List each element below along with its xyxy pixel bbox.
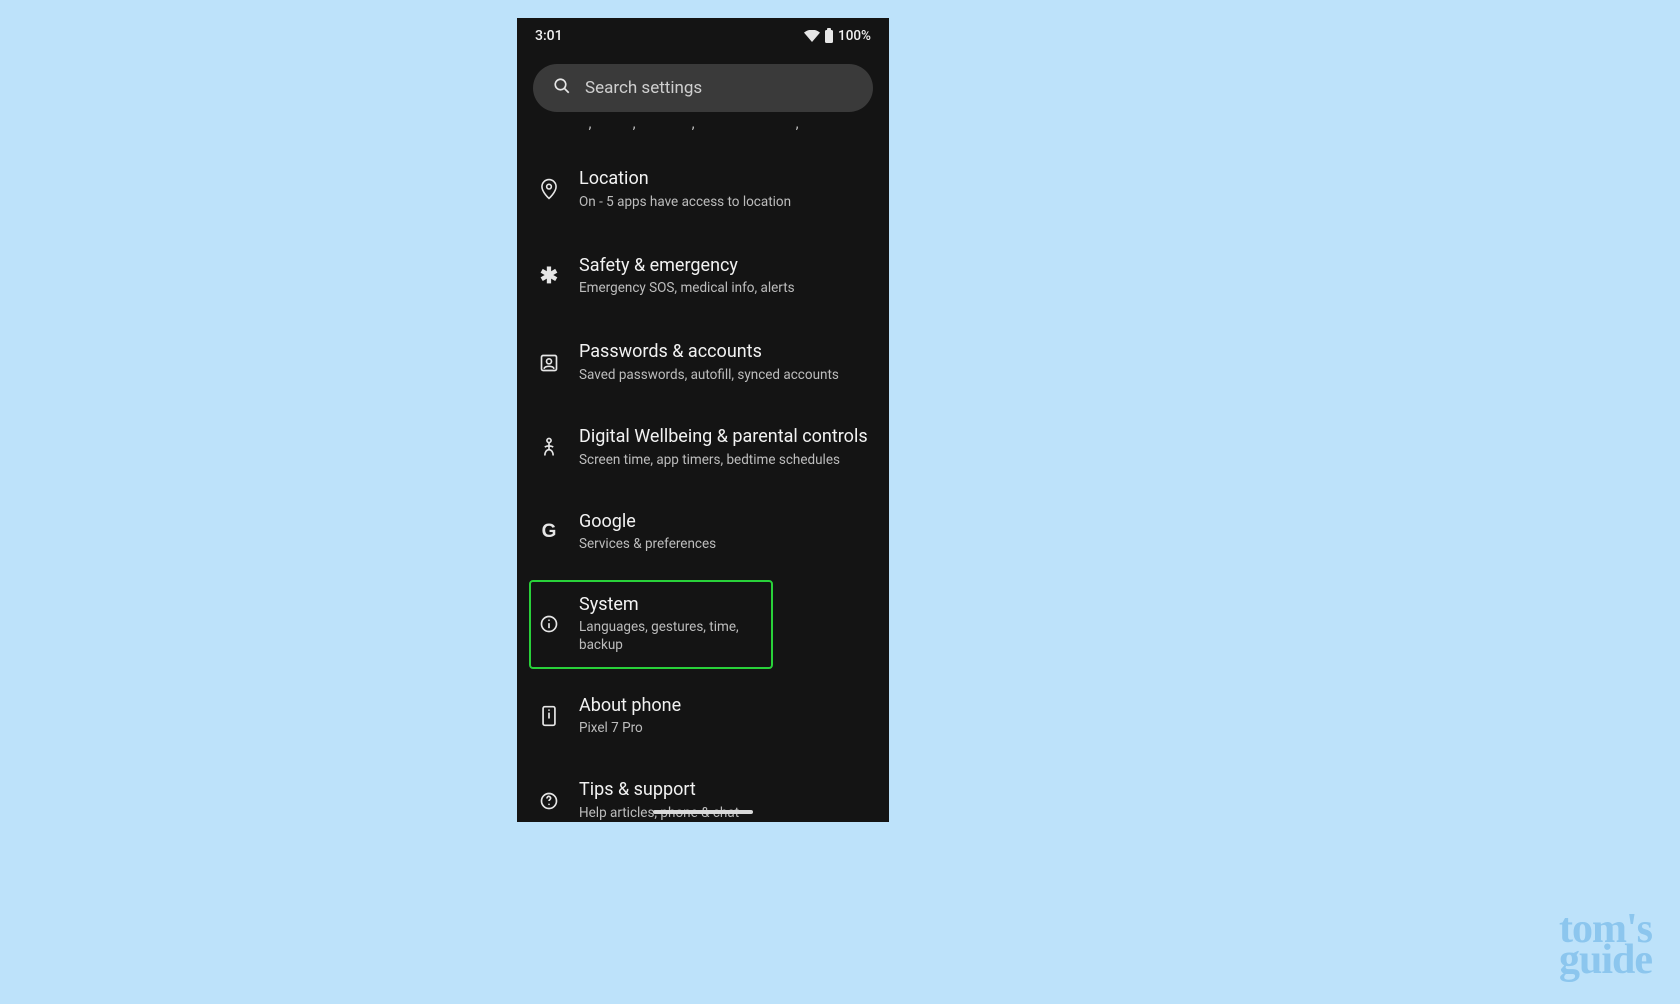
watermark-line2: guide — [1559, 944, 1652, 978]
wellbeing-icon — [535, 437, 563, 459]
item-subtitle: Services & preferences — [579, 535, 871, 553]
battery-icon — [824, 28, 834, 44]
item-subtitle: Languages, gestures, time, backup — [579, 618, 753, 654]
item-title: Google — [579, 511, 871, 534]
item-subtitle: Screen time, app timers, bedtime schedul… — [579, 451, 871, 469]
settings-item-location[interactable]: Location On - 5 apps have access to loca… — [529, 154, 877, 225]
help-icon — [535, 791, 563, 811]
navigation-handle[interactable] — [653, 810, 753, 814]
location-icon — [535, 178, 563, 200]
settings-list: , , , , Location On - 5 apps have access… — [517, 116, 889, 822]
item-subtitle: On - 5 apps have access to location — [579, 193, 871, 211]
scroll-cutoff-hint: , , , , — [529, 116, 877, 130]
item-title: Tips & support — [579, 779, 871, 802]
watermark-logo: tom's guide — [1559, 913, 1652, 978]
search-input[interactable]: Search settings — [533, 64, 873, 112]
phone-frame: 3:01 100% Search settings , , , , — [517, 18, 889, 822]
item-title: Digital Wellbeing & parental controls — [579, 426, 871, 449]
item-subtitle: Emergency SOS, medical info, alerts — [579, 279, 871, 297]
status-right: 100% — [804, 28, 871, 44]
item-subtitle: Saved passwords, autofill, synced accoun… — [579, 366, 871, 384]
item-title: Safety & emergency — [579, 255, 871, 278]
settings-item-safety[interactable]: ✱ Safety & emergency Emergency SOS, medi… — [529, 241, 877, 312]
settings-item-about[interactable]: About phone Pixel 7 Pro — [529, 681, 877, 752]
settings-item-passwords[interactable]: Passwords & accounts Saved passwords, au… — [529, 327, 877, 398]
item-title: About phone — [579, 695, 871, 718]
item-title: Passwords & accounts — [579, 341, 871, 364]
account-box-icon — [535, 353, 563, 373]
search-placeholder: Search settings — [585, 78, 702, 98]
status-time: 3:01 — [535, 28, 563, 44]
wifi-icon — [804, 30, 820, 42]
settings-item-system[interactable]: System Languages, gestures, time, backup — [529, 580, 773, 669]
medical-icon: ✱ — [535, 264, 563, 289]
item-title: Location — [579, 168, 871, 191]
settings-item-google[interactable]: G Google Services & preferences — [529, 497, 877, 568]
settings-item-wellbeing[interactable]: Digital Wellbeing & parental controls Sc… — [529, 412, 877, 483]
item-title: System — [579, 594, 753, 617]
phone-info-icon — [535, 705, 563, 727]
search-icon — [553, 77, 571, 99]
status-bar: 3:01 100% — [517, 18, 889, 54]
google-icon: G — [535, 521, 563, 543]
item-subtitle: Pixel 7 Pro — [579, 719, 871, 737]
battery-percent: 100% — [838, 28, 871, 44]
info-icon — [535, 614, 563, 634]
